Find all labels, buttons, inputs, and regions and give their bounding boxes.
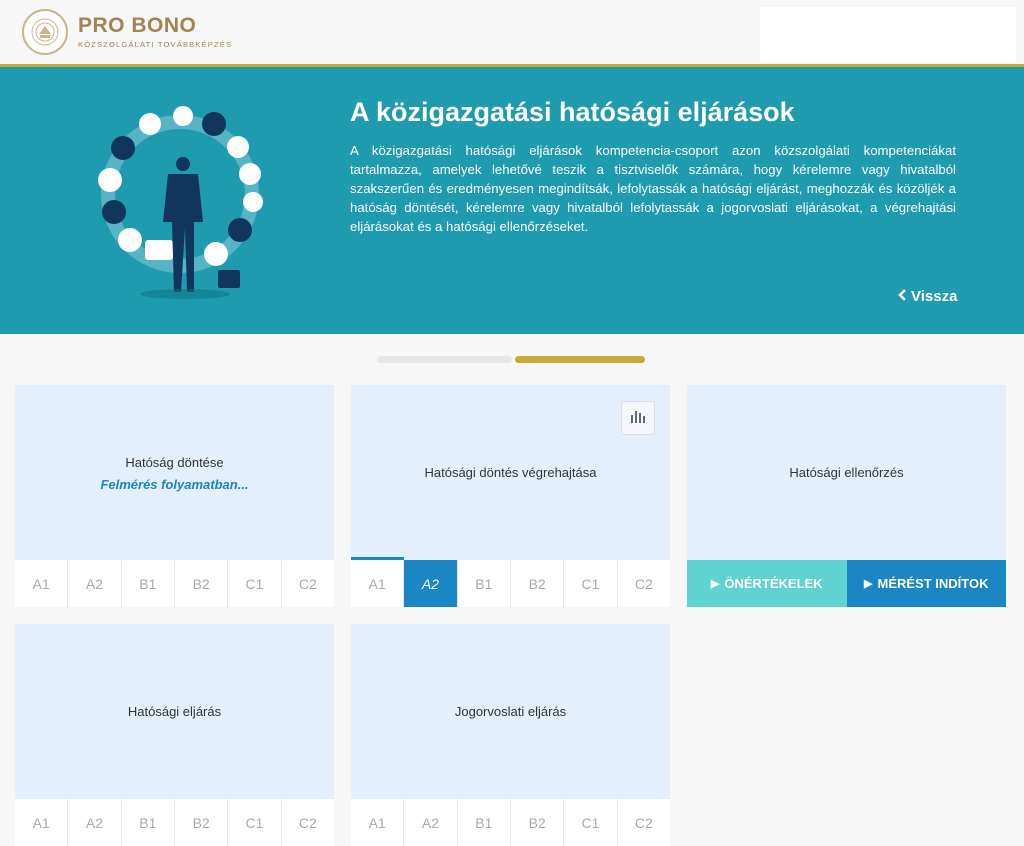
level-selector: A1 A2 B1 B2 C1 C2 <box>351 560 670 607</box>
self-assessment-button[interactable]: ▶ ÖNÉRTÉKELEK <box>687 560 847 607</box>
header: PRO BONO KÖZSZOLGÁLATI TOVÁBBKÉPZÉS <box>0 0 1024 67</box>
play-icon: ▶ <box>864 578 873 590</box>
card-title: Hatósági döntés végrehajtása <box>424 465 597 480</box>
back-label: Vissza <box>911 288 958 305</box>
start-measurement-label: MÉRÉST INDÍTOK <box>877 576 989 591</box>
level-c2[interactable]: C2 <box>618 799 670 846</box>
card-title: Jogorvoslati eljárás <box>454 704 567 719</box>
level-b2[interactable]: B2 <box>511 799 565 846</box>
level-b2[interactable]: B2 <box>175 560 229 607</box>
level-b2[interactable]: B2 <box>175 799 229 846</box>
level-b2[interactable]: B2 <box>511 560 565 607</box>
level-a1[interactable]: A1 <box>15 560 69 607</box>
level-c1[interactable]: C1 <box>228 799 282 846</box>
header-white-box <box>760 7 1016 62</box>
logo[interactable]: PRO BONO KÖZSZOLGÁLATI TOVÁBBKÉPZÉS <box>22 9 232 55</box>
level-a2[interactable]: A2 <box>68 560 122 607</box>
pager-dot-2-active[interactable] <box>515 356 645 363</box>
level-a2[interactable]: A2 <box>404 799 458 846</box>
logo-subtitle: KÖZSZOLGÁLATI TOVÁBBKÉPZÉS <box>78 40 233 49</box>
logo-seal-icon <box>22 9 68 55</box>
level-a1[interactable]: A1 <box>351 799 405 846</box>
competency-description: A közigazgatási hatósági eljárások kompe… <box>350 143 956 234</box>
competency-card-hatosag-dontese[interactable]: Hatóság döntése Felmérés folyamatban... … <box>15 385 334 607</box>
card-body[interactable]: Hatósági ellenőrzés <box>687 385 1006 560</box>
level-a2-selected[interactable]: A2 <box>404 560 458 607</box>
card-body[interactable]: Hatósági eljárás <box>15 624 334 799</box>
card-actions: ▶ ÖNÉRTÉKELEK ▶ MÉRÉST INDÍTOK <box>687 560 1006 607</box>
competency-card-hatosagi-dontes-vegrehajtasa[interactable]: Hatósági döntés végrehajtása A1 A2 B1 B2… <box>351 385 670 607</box>
level-selector: A1 A2 B1 B2 C1 C2 <box>15 799 334 846</box>
chevron-left-icon <box>898 288 907 305</box>
logo-title: PRO BONO <box>78 14 197 37</box>
card-title: Hatósági ellenőrzés <box>789 465 904 480</box>
pager-dot-1[interactable] <box>377 356 512 363</box>
level-c1[interactable]: C1 <box>228 560 282 607</box>
assessment-status: Felmérés folyamatban... <box>100 477 249 492</box>
back-link[interactable]: Vissza <box>898 288 957 305</box>
card-title: Hatóság döntése <box>125 455 224 470</box>
level-a1[interactable]: A1 <box>351 560 405 607</box>
level-a2[interactable]: A2 <box>68 799 122 846</box>
start-measurement-button[interactable]: ▶ MÉRÉST INDÍTOK <box>846 560 1006 607</box>
level-selector: A1 A2 B1 B2 C1 C2 <box>15 560 334 607</box>
self-assessment-label: ÖNÉRTÉKELEK <box>724 576 823 591</box>
hero-banner: A közigazgatási hatósági eljárások A köz… <box>0 67 1024 334</box>
level-c2[interactable]: C2 <box>282 799 334 846</box>
card-body[interactable]: Jogorvoslati eljárás <box>351 624 670 799</box>
level-b1[interactable]: B1 <box>122 560 175 607</box>
level-b1[interactable]: B1 <box>122 799 175 846</box>
bar-chart-icon <box>630 409 646 428</box>
level-b1[interactable]: B1 <box>458 799 511 846</box>
page-title: A közigazgatási hatósági eljárások <box>350 97 795 127</box>
card-body[interactable]: Hatósági döntés végrehajtása <box>351 385 670 560</box>
competency-card-jogorvoslati-eljaras[interactable]: Jogorvoslati eljárás A1 A2 B1 B2 C1 C2 <box>351 624 670 846</box>
play-icon: ▶ <box>710 578 720 590</box>
level-b1[interactable]: B1 <box>458 560 511 607</box>
competency-card-hatosagi-eljaras[interactable]: Hatósági eljárás A1 A2 B1 B2 C1 C2 <box>15 624 334 846</box>
card-body[interactable]: Hatóság döntése Felmérés folyamatban... <box>15 385 334 560</box>
level-a1[interactable]: A1 <box>15 799 69 846</box>
businessman-illustration <box>90 102 270 302</box>
card-title: Hatósági eljárás <box>127 704 222 719</box>
statistics-button[interactable] <box>621 401 655 435</box>
level-c1[interactable]: C1 <box>564 560 618 607</box>
level-selector: A1 A2 B1 B2 C1 C2 <box>351 799 670 846</box>
competency-card-hatosagi-ellenorzes[interactable]: Hatósági ellenőrzés ▶ ÖNÉRTÉKELEK ▶ MÉRÉ… <box>687 385 1006 607</box>
level-c2[interactable]: C2 <box>618 560 670 607</box>
level-c2[interactable]: C2 <box>282 560 334 607</box>
level-c1[interactable]: C1 <box>564 799 618 846</box>
